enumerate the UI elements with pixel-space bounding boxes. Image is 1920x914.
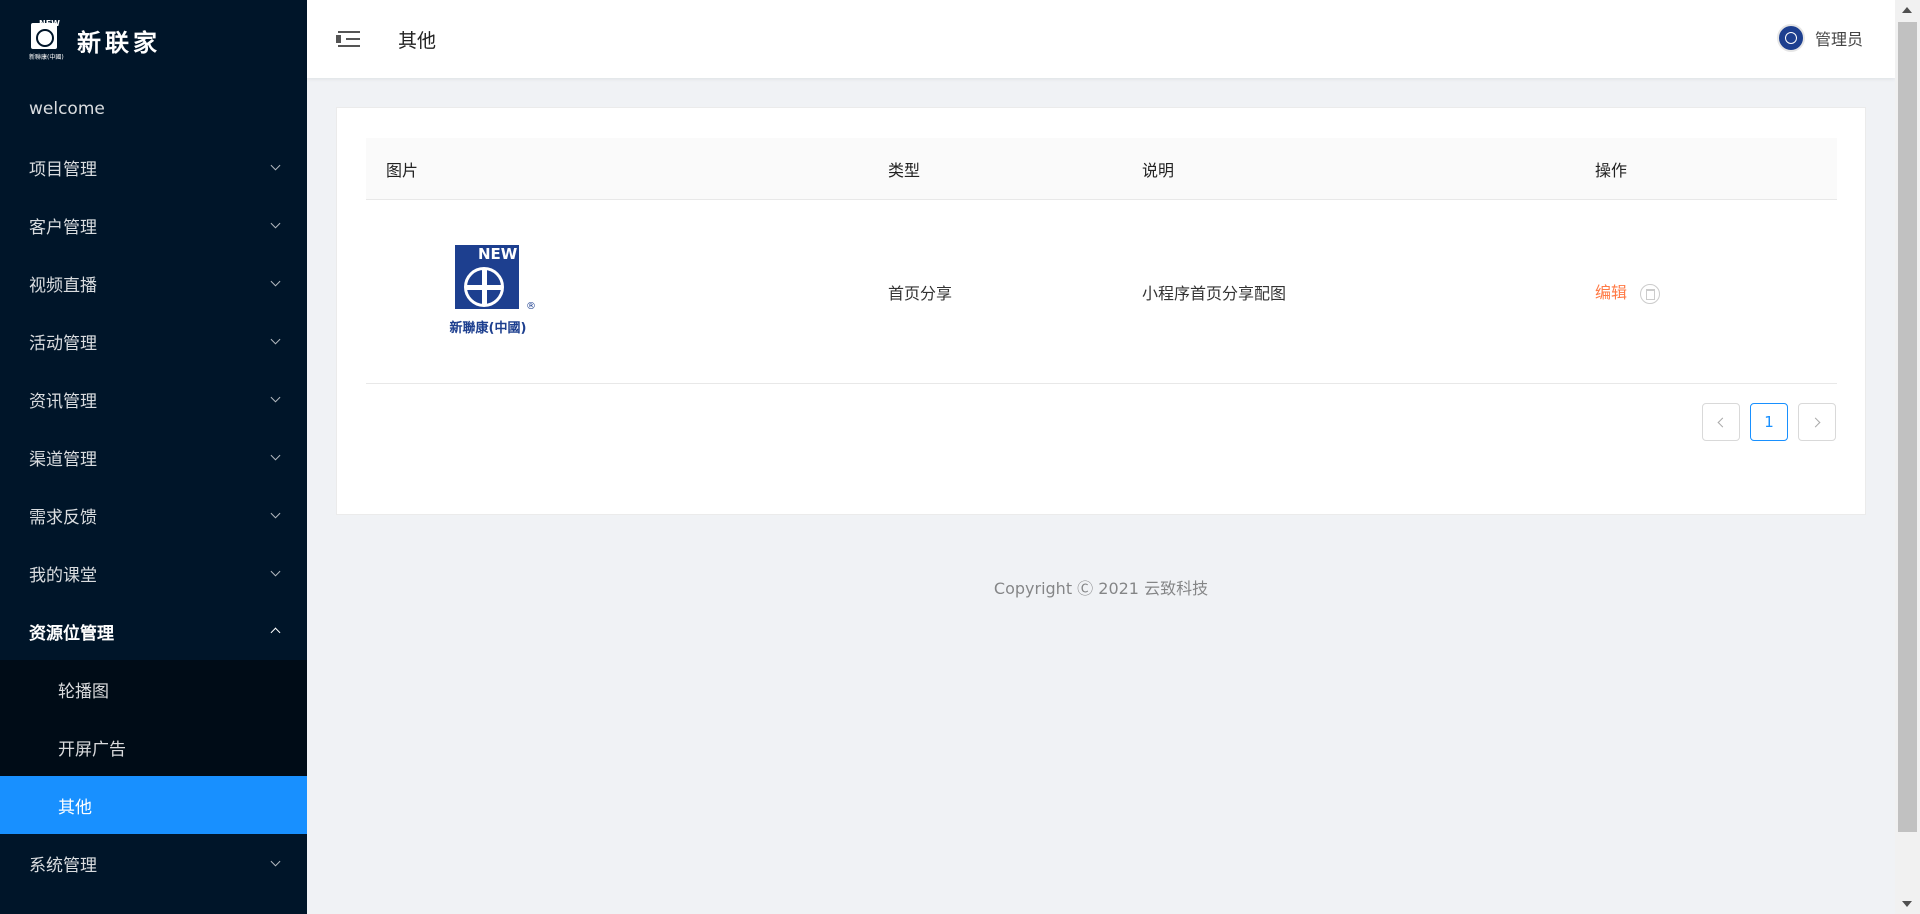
vertical-scrollbar[interactable] [1895, 0, 1920, 914]
sidebar-item-channel[interactable]: 渠道管理 [0, 428, 307, 486]
sidebar-item-project[interactable]: 项目管理 [0, 138, 307, 196]
sidebar-item-system[interactable]: 系统管理 [0, 834, 307, 892]
menu-fold-icon[interactable] [336, 29, 360, 49]
scroll-down-arrow-icon[interactable] [1902, 901, 1912, 907]
column-header-type: 类型 [888, 160, 921, 180]
page-button-1[interactable]: 1 [1750, 403, 1788, 441]
sidebar-subitem-carousel[interactable]: 轮播图 [0, 660, 307, 718]
chevron-down-icon [269, 856, 283, 870]
user-menu[interactable]: 管理员 [1776, 24, 1863, 52]
brand-logo-icon: NEW 新聯康(中國) [29, 19, 64, 61]
chevron-down-icon [269, 334, 283, 348]
chevron-up-icon [269, 624, 283, 638]
chevron-left-icon [1717, 417, 1728, 427]
pagination: 1 [1702, 403, 1836, 441]
top-header: 其他 管理员 [307, 0, 1895, 78]
table-header: 图片 类型 说明 操作 [366, 138, 1837, 200]
scroll-thumb[interactable] [1898, 22, 1917, 832]
chevron-down-icon [269, 450, 283, 464]
chevron-down-icon [269, 508, 283, 522]
sidebar-item-activity[interactable]: 活动管理 [0, 312, 307, 370]
prev-page-button[interactable] [1702, 403, 1740, 441]
sidebar-subitem-other[interactable]: 其他 [0, 776, 307, 834]
row-description: 小程序首页分享配图 [1142, 283, 1287, 303]
column-header-image: 图片 [386, 160, 419, 180]
column-header-actions: 操作 [1595, 160, 1628, 180]
delete-icon[interactable] [1640, 283, 1661, 304]
app-logo[interactable]: NEW 新聯康(中國) 新联家 [0, 0, 307, 80]
row-image-brand-logo: NEW ® 新聯康(中國) [449, 244, 536, 336]
avatar [1776, 24, 1805, 52]
content-card: 图片 类型 说明 操作 NEW ® 新聯康(中國) 首页分享 小程序首页分享配图… [336, 107, 1866, 515]
chevron-down-icon [269, 218, 283, 232]
chevron-down-icon [269, 160, 283, 174]
sidebar-item-resource[interactable]: 资源位管理 [0, 602, 307, 660]
sidebar-item-welcome[interactable]: welcome [0, 80, 307, 138]
resource-table: 图片 类型 说明 操作 NEW ® 新聯康(中國) 首页分享 小程序首页分享配图… [366, 138, 1837, 384]
chevron-down-icon [269, 392, 283, 406]
sidebar-item-news[interactable]: 资讯管理 [0, 370, 307, 428]
sidebar-item-customer[interactable]: 客户管理 [0, 196, 307, 254]
edit-button[interactable]: 编辑 [1595, 283, 1627, 302]
sidebar-menu: welcome 项目管理 客户管理 视频直播 活动管理 资讯管理 渠道管理 需求… [0, 80, 307, 892]
sidebar-subitem-splash-ad[interactable]: 开屏广告 [0, 718, 307, 776]
user-name: 管理员 [1814, 30, 1863, 49]
chevron-right-icon [1810, 417, 1821, 427]
footer-copyright: Copyright Ⓒ 2021 云致科技 [993, 579, 1209, 598]
sidebar-item-feedback[interactable]: 需求反馈 [0, 486, 307, 544]
chevron-down-icon [269, 276, 283, 290]
sidebar: NEW 新聯康(中國) 新联家 welcome 项目管理 客户管理 视频直播 活… [0, 0, 307, 914]
scroll-up-arrow-icon[interactable] [1902, 7, 1912, 13]
column-header-description: 说明 [1142, 160, 1175, 180]
table-row: NEW ® 新聯康(中國) 首页分享 小程序首页分享配图 编辑 [366, 200, 1837, 384]
app-name: 新联家 [77, 28, 161, 57]
chevron-down-icon [269, 566, 283, 580]
resource-submenu: 轮播图 开屏广告 其他 [0, 660, 307, 834]
row-type: 首页分享 [888, 283, 953, 303]
page-title: 其他 [398, 29, 437, 52]
sidebar-item-classroom[interactable]: 我的课堂 [0, 544, 307, 602]
next-page-button[interactable] [1798, 403, 1836, 441]
sidebar-item-live[interactable]: 视频直播 [0, 254, 307, 312]
